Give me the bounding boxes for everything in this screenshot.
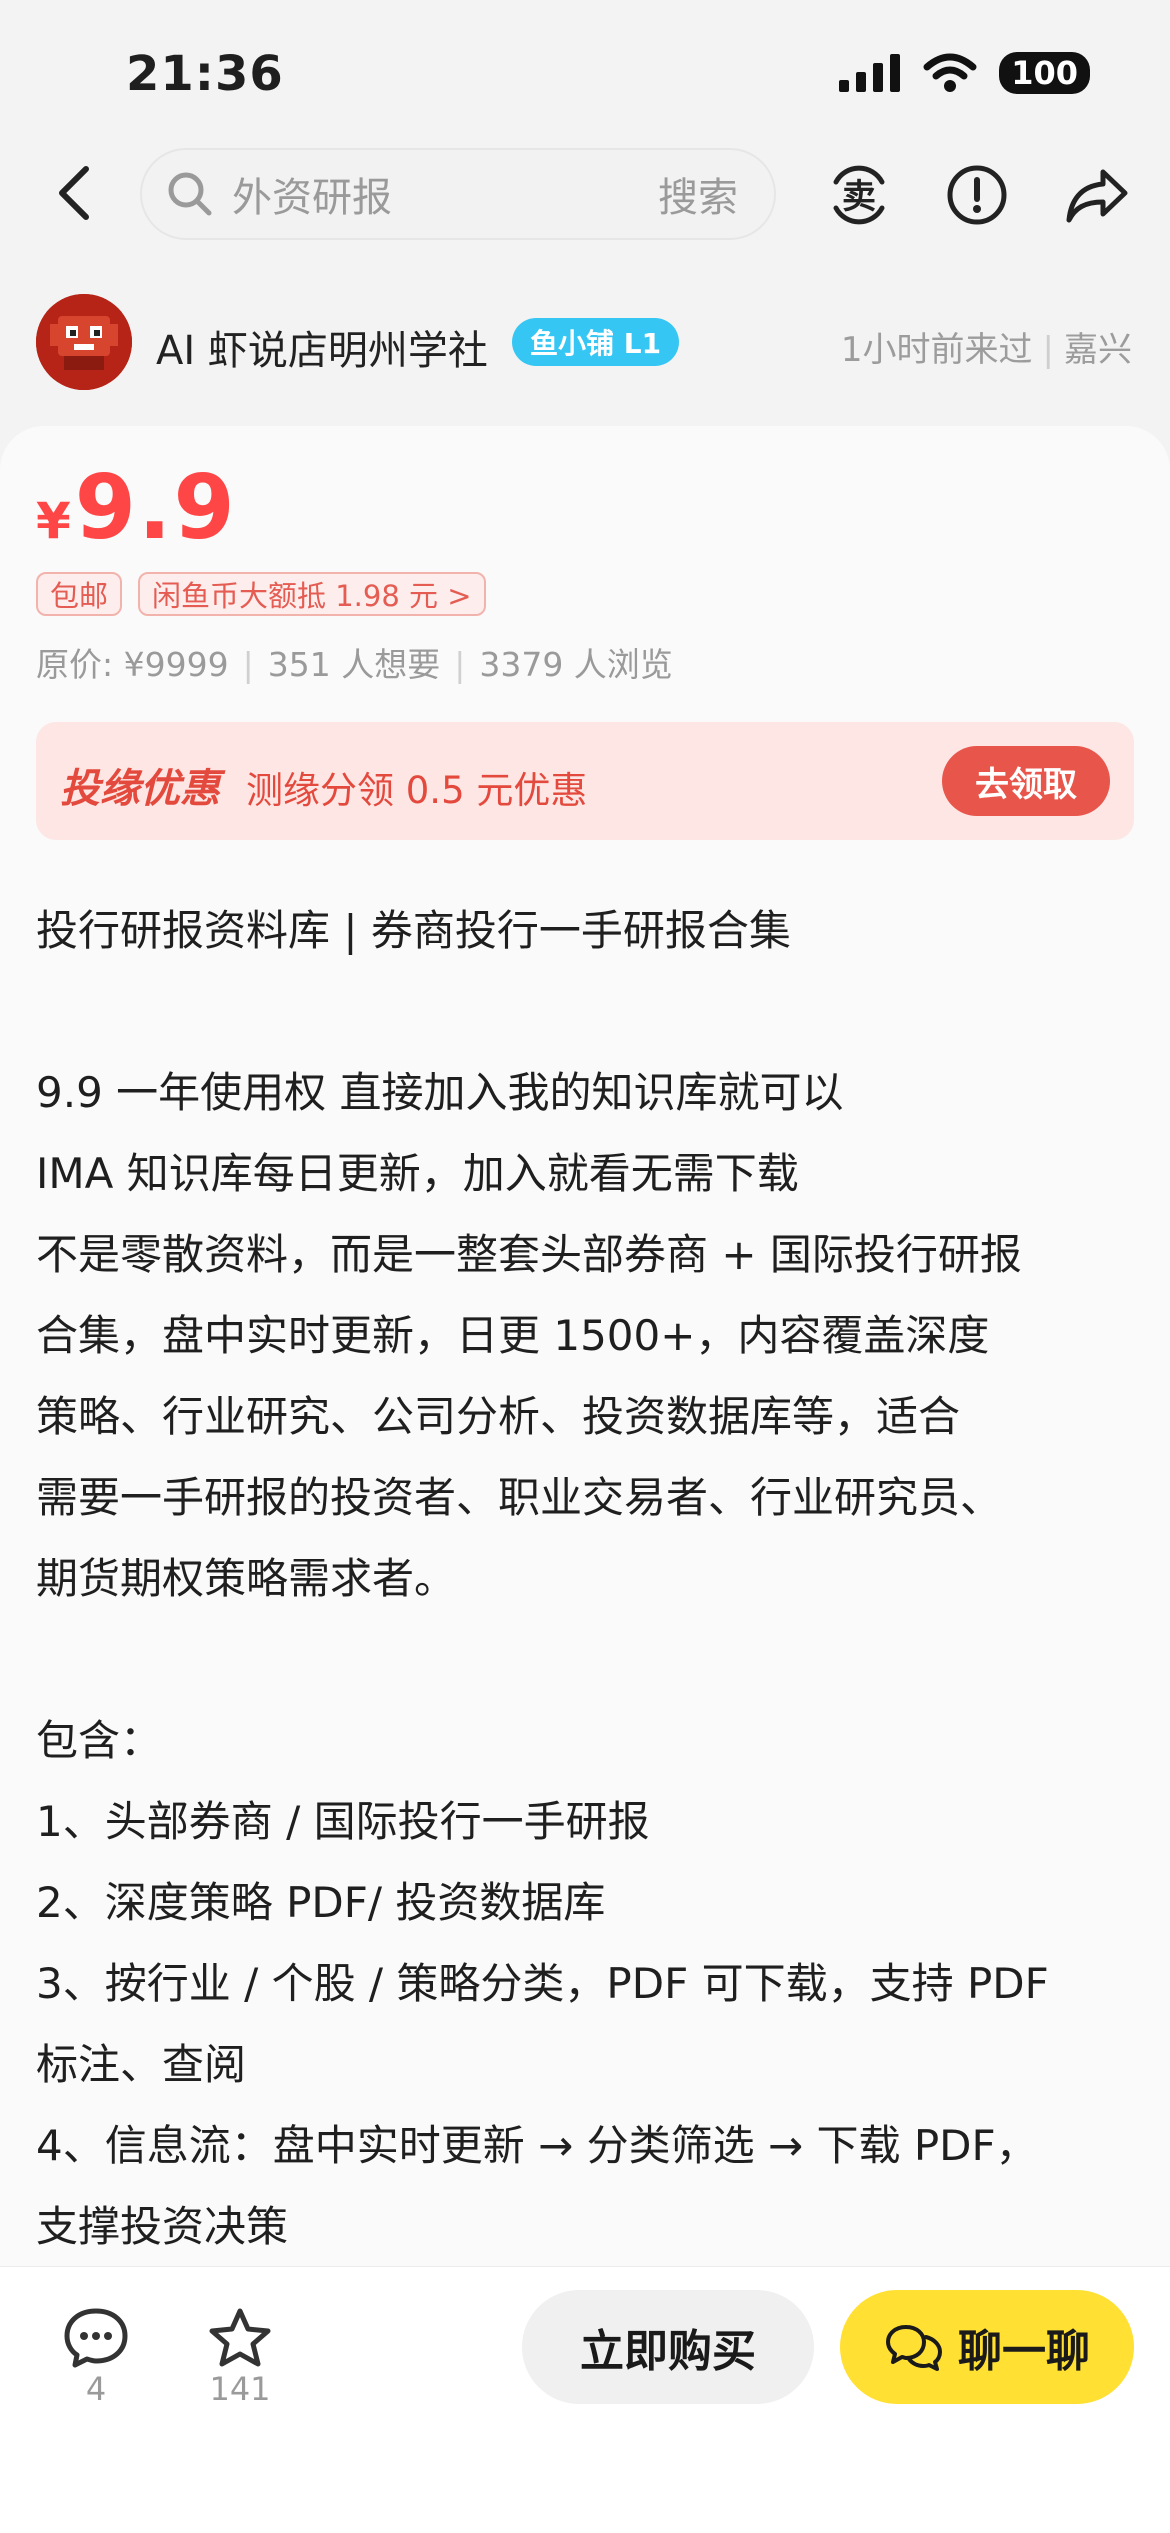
seller-location: 嘉兴 — [1064, 330, 1132, 370]
description-line: 标注、查阅 — [36, 2040, 247, 2089]
description-line: 策略、行业研究、公司分析、投资数据库等，适合 — [36, 1392, 961, 1441]
coin-discount-tag[interactable]: 闲鱼币大额抵 1.98 元 > — [138, 572, 486, 616]
chat-icon — [886, 2325, 942, 2371]
sell-icon-glyph: 卖 — [842, 177, 876, 217]
comment-button[interactable] — [56, 2298, 136, 2378]
report-button[interactable] — [932, 150, 1022, 240]
buy-now-button[interactable]: 立即购买 — [522, 2290, 814, 2404]
star-icon — [209, 2308, 271, 2367]
seller-name[interactable]: AI 虾说店明州学社 — [156, 318, 488, 376]
signal-icon — [839, 54, 901, 92]
description-line: 需要一手研报的投资者、职业交易者、行业研究员、 — [36, 1473, 1003, 1522]
chat-button[interactable]: 聊一聊 — [840, 2290, 1134, 2404]
shop-level-badge[interactable]: 鱼小铺 L1 — [512, 318, 680, 366]
divider: | — [1042, 330, 1054, 370]
product-price: ¥ 9.9 — [36, 456, 237, 559]
wifi-icon — [923, 53, 977, 92]
favorite-count: 141 — [209, 2370, 271, 2408]
promo-title: 投缘优惠 — [60, 766, 220, 812]
description-line: IMA 知识库每日更新，加入就看无需下载 — [36, 1149, 799, 1198]
description-line: 支撑投资决策 — [36, 2202, 289, 2251]
description-line: 不是零散资料，而是一整套头部券商 + 国际投行研报 — [36, 1230, 1022, 1279]
status-icons: 100 — [839, 52, 1090, 94]
comment-icon — [64, 2308, 128, 2368]
comment-count: 4 — [85, 2370, 107, 2408]
description-line — [36, 1619, 1146, 1700]
description-line: 1、头部券商 / 国际投行一手研报 — [36, 1797, 650, 1846]
divider: | — [454, 645, 466, 684]
sell-icon: 卖 — [833, 165, 885, 225]
sell-button[interactable]: 卖 — [814, 150, 904, 240]
favorite-button[interactable] — [200, 2298, 280, 2378]
search-button[interactable]: 搜索 — [658, 165, 738, 223]
back-icon — [59, 166, 89, 220]
report-icon — [947, 165, 1007, 225]
price-value: 9.9 — [74, 456, 237, 559]
search-bar[interactable]: 外资研报 搜索 — [140, 148, 776, 240]
battery-indicator: 100 — [999, 52, 1090, 94]
description-line: 4、信息流：盘中实时更新 → 分类筛选 → 下载 PDF， — [36, 2121, 1038, 2170]
product-stats: 原价: ¥9999 | 351 人想要 | 3379 人浏览 — [36, 638, 673, 686]
original-price: 原价: ¥9999 — [36, 645, 229, 684]
promo-description: 测缘分领 0.5 元优惠 — [246, 769, 588, 812]
promo-banner[interactable]: 投缘优惠 测缘分领 0.5 元优惠 去领取 — [36, 722, 1134, 840]
back-button[interactable] — [48, 160, 98, 226]
seller-avatar[interactable] — [36, 294, 132, 390]
status-time: 21:36 — [126, 46, 284, 102]
last-seen-text: 1小时前来过 — [840, 330, 1033, 370]
avatar-image-icon — [36, 294, 132, 390]
claim-button[interactable]: 去领取 — [942, 746, 1110, 816]
description-line: 包含： — [36, 1716, 163, 1765]
description-line: 合集，盘中实时更新，日更 1500+，内容覆盖深度 — [36, 1311, 990, 1360]
description-line: 3、按行业 / 个股 / 策略分类，PDF 可下载，支持 PDF — [36, 1959, 1049, 2008]
description-line: 投行研报资料库 | 券商投行一手研报合集 — [36, 906, 791, 955]
divider: | — [242, 645, 254, 684]
free-shipping-tag: 包邮 — [36, 572, 123, 616]
currency-symbol: ¥ — [36, 492, 71, 550]
chat-button-label: 聊一聊 — [958, 2326, 1090, 2377]
share-button[interactable] — [1052, 150, 1142, 240]
seller-activity: 1小时前来过 | 嘉兴 — [841, 322, 1132, 371]
product-description: 投行研报资料库 | 券商投行一手研报合集 9.9 一年使用权 直接加入我的知识库… — [36, 890, 1146, 2267]
search-input[interactable]: 外资研报 — [232, 165, 658, 223]
description-line — [36, 971, 1146, 1052]
description-line: 9.9 一年使用权 直接加入我的知识库就可以 — [36, 1068, 844, 1117]
description-line: 期货期权策略需求者。 — [36, 1554, 457, 1603]
search-icon — [168, 172, 212, 216]
share-icon — [1066, 169, 1128, 223]
wants-count: 351 人想要 — [267, 645, 441, 684]
views-count: 3379 人浏览 — [479, 645, 673, 684]
description-line: 2、深度策略 PDF/ 投资数据库 — [36, 1878, 606, 1927]
